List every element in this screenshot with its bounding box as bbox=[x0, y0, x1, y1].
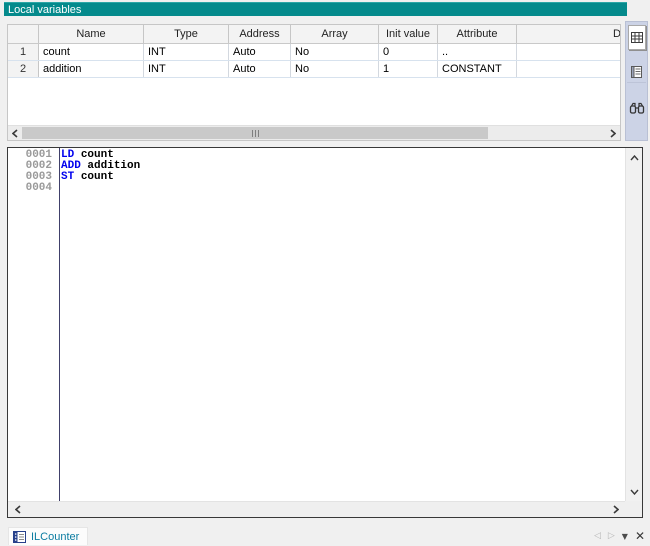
table-row[interactable]: 1 count INT Auto No 0 .. bbox=[8, 44, 620, 61]
grid-view-icon bbox=[631, 32, 643, 43]
cell-array[interactable]: No bbox=[291, 61, 379, 77]
cell-array[interactable]: No bbox=[291, 44, 379, 60]
chevron-left-icon bbox=[15, 505, 21, 514]
grid-view-button[interactable] bbox=[628, 25, 646, 50]
tab-label: ILCounter bbox=[31, 531, 79, 543]
col-header-array[interactable]: Array bbox=[291, 25, 379, 43]
cell-last[interactable] bbox=[517, 61, 621, 77]
chevron-up-icon bbox=[630, 155, 639, 161]
next-tab-icon[interactable]: ▷ bbox=[608, 531, 615, 541]
code-line[interactable]: 0003 ST count bbox=[8, 172, 625, 183]
cell-address[interactable]: Auto bbox=[229, 44, 291, 60]
cell-attribute[interactable]: CONSTANT bbox=[438, 61, 517, 77]
table-row[interactable]: 2 addition INT Auto No 1 CONSTANT bbox=[8, 61, 620, 78]
col-header-init-value[interactable]: Init value bbox=[379, 25, 438, 43]
code-area[interactable]: 0001 LD count 0002 ADD addition 0003 ST … bbox=[8, 148, 625, 501]
previous-tab-icon[interactable]: ◁ bbox=[594, 531, 601, 541]
cell-last[interactable] bbox=[517, 44, 621, 60]
il-code-editor[interactable]: 0001 LD count 0002 ADD addition 0003 ST … bbox=[7, 147, 643, 518]
table-horizontal-scrollbar[interactable] bbox=[8, 125, 620, 140]
scroll-right-button[interactable] bbox=[608, 502, 623, 517]
thumb-grip bbox=[252, 130, 253, 137]
scroll-left-button[interactable] bbox=[10, 502, 25, 517]
col-header-type[interactable]: Type bbox=[144, 25, 229, 43]
cell-address[interactable]: Auto bbox=[229, 61, 291, 77]
cell-init-value[interactable]: 1 bbox=[379, 61, 438, 77]
code-line[interactable]: 0004 bbox=[8, 183, 625, 194]
chevron-right-icon bbox=[613, 505, 619, 514]
col-header-address[interactable]: Address bbox=[229, 25, 291, 43]
cell-attribute[interactable]: .. bbox=[438, 44, 517, 60]
line-number: 0004 bbox=[8, 183, 56, 194]
il-program-icon bbox=[13, 531, 26, 543]
tab-list-dropdown-icon[interactable]: ▼ bbox=[622, 532, 628, 541]
tab-ilcounter[interactable]: ILCounter bbox=[8, 527, 88, 545]
scroll-down-button[interactable] bbox=[626, 484, 642, 499]
cell-type[interactable]: INT bbox=[144, 44, 229, 60]
binoculars-icon bbox=[629, 102, 645, 115]
col-header-attribute[interactable]: Attribute bbox=[438, 25, 517, 43]
cell-name[interactable]: addition bbox=[39, 61, 144, 77]
close-tab-icon[interactable]: ✕ bbox=[635, 529, 645, 543]
variable-list-icon bbox=[630, 65, 643, 79]
chevron-right-icon bbox=[610, 129, 616, 138]
col-header-clipped[interactable]: D bbox=[517, 25, 621, 43]
local-variables-table: Name Type Address Array Init value Attri… bbox=[7, 24, 621, 141]
scrollbar-thumb[interactable] bbox=[22, 127, 488, 139]
cell-type[interactable]: INT bbox=[144, 61, 229, 77]
editor-vertical-scrollbar[interactable] bbox=[625, 148, 642, 501]
scroll-left-button[interactable] bbox=[8, 126, 22, 140]
row-number[interactable]: 1 bbox=[8, 44, 39, 60]
row-number[interactable]: 2 bbox=[8, 61, 39, 77]
table-header-row: Name Type Address Array Init value Attri… bbox=[8, 25, 620, 44]
gutter-separator bbox=[59, 148, 60, 501]
editor-horizontal-scrollbar[interactable] bbox=[8, 501, 625, 517]
tab-navigation: ◁ ▷ ▼ ✕ bbox=[594, 529, 645, 543]
col-header-name[interactable]: Name bbox=[39, 25, 144, 43]
il-operand: count bbox=[81, 171, 114, 183]
cell-init-value[interactable]: 0 bbox=[379, 44, 438, 60]
scrollbar-corner bbox=[625, 501, 642, 517]
watch-button[interactable] bbox=[626, 96, 647, 120]
scroll-up-button[interactable] bbox=[626, 150, 642, 165]
scroll-right-button[interactable] bbox=[606, 126, 620, 140]
col-header-rownum[interactable] bbox=[8, 25, 39, 43]
il-keyword: ST bbox=[61, 171, 74, 183]
view-toolbar bbox=[625, 21, 648, 141]
variable-list-button[interactable] bbox=[627, 62, 646, 83]
panel-title-bar[interactable]: Local variables bbox=[4, 2, 627, 16]
panel-title: Local variables bbox=[8, 4, 81, 16]
chevron-left-icon bbox=[12, 129, 18, 138]
cell-name[interactable]: count bbox=[39, 44, 144, 60]
chevron-down-icon bbox=[630, 489, 639, 495]
